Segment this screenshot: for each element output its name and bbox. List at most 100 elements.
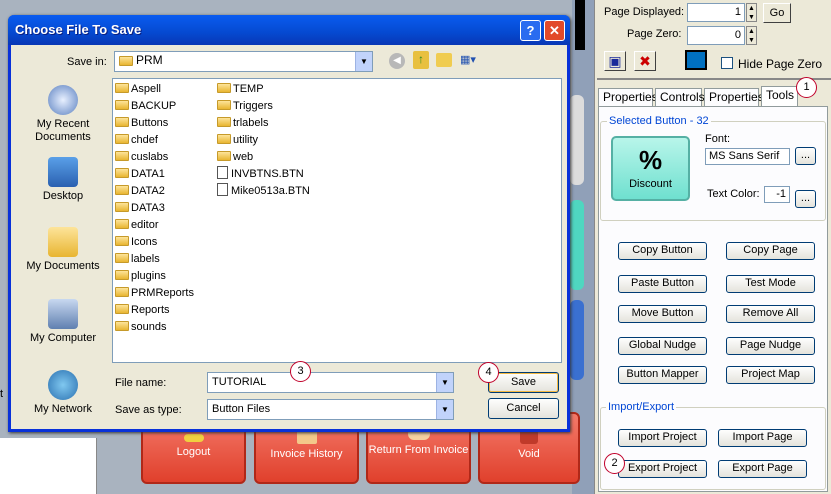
file-item[interactable]: INVBTNS.BTN [217,166,337,183]
place-computer-label: My Computer [29,332,97,344]
hide-page-zero-checkbox[interactable] [721,57,733,69]
button-mapper-button[interactable]: Button Mapper [618,366,707,384]
tab-tools[interactable]: Tools [761,86,798,107]
page-displayed-input[interactable]: 1 [687,3,745,22]
folder-name: Buttons [131,117,169,129]
folder-item[interactable]: labels [115,251,210,268]
paste-button-button[interactable]: Paste Button [618,275,707,293]
file-list[interactable]: Aspell BACKUP Buttons chdef cuslabs DATA… [112,78,562,363]
export-project-button[interactable]: Export Project [618,460,707,478]
file-name: INVBTNS.BTN [231,168,304,180]
font-field[interactable]: MS Sans Serif [705,148,790,165]
hide-page-zero-label: Hide Page Zero [738,57,823,71]
folder-icon [115,253,129,263]
page-displayed-spinner[interactable]: ▲ ▼ [746,3,757,22]
folder-item[interactable]: Triggers [217,98,337,115]
folder-icon [115,304,129,314]
folder-item[interactable]: trlabels [217,115,337,132]
folder-name: web [233,151,254,163]
up-folder-icon[interactable]: ↑ [413,51,429,69]
desktop-icon [48,157,78,187]
global-nudge-button[interactable]: Global Nudge [618,337,707,355]
export-page-button[interactable]: Export Page [718,460,807,478]
folder-item[interactable]: BACKUP [115,98,210,115]
folder-icon [217,151,231,161]
folder-icon [115,202,129,212]
places-my-documents[interactable]: My Documents [13,227,113,272]
folder-item[interactable]: Icons [115,234,210,251]
folder-icon [115,270,129,280]
folder-item[interactable]: Reports [115,302,210,319]
text-color-field[interactable]: -1 [764,186,790,203]
bg-left-panel [0,438,97,494]
folder-item[interactable]: editor [115,217,210,234]
go-button[interactable]: Go [763,3,791,23]
folder-name: trlabels [233,117,269,129]
file-name-field[interactable]: TUTORIAL ▼ [207,372,454,393]
folder-icon [115,100,129,110]
selected-button-label: Selected Button - 32 [607,115,711,127]
color-swatch[interactable] [685,50,707,70]
folder-item[interactable]: plugins [115,268,210,285]
places-recent-documents[interactable]: My Recent Documents [13,85,113,144]
import-page-button[interactable]: Import Page [718,429,807,447]
remove-all-button[interactable]: Remove All [726,305,815,323]
text-color-browse-button[interactable]: ... [795,190,816,208]
back-icon[interactable]: ◀ [389,53,405,69]
places-desktop[interactable]: Desktop [13,157,113,202]
folder-name: Triggers [233,100,273,112]
copy-button-button[interactable]: Copy Button [618,242,707,260]
close-button[interactable]: ✕ [544,20,565,41]
chevron-down-icon[interactable]: ▼ [436,373,453,392]
documents-folder-icon [48,227,78,257]
bg-button-strip-2 [570,200,584,290]
folder-icon [217,134,231,144]
folder-item[interactable]: DATA3 [115,200,210,217]
delete-icon[interactable]: ✖ [634,51,656,71]
folder-icon [115,168,129,178]
folder-item[interactable]: DATA1 [115,166,210,183]
font-label: Font: [705,133,731,145]
folder-item[interactable]: sounds [115,319,210,336]
folder-item[interactable]: utility [217,132,337,149]
file-item[interactable]: Mike0513a.BTN [217,183,337,200]
button-preview[interactable]: % Discount [611,136,690,201]
save-type-dropdown[interactable]: Button Files ▼ [207,399,454,420]
test-mode-button[interactable]: Test Mode [726,275,815,293]
folder-name: DATA3 [131,202,165,214]
folder-item[interactable]: cuslabs [115,149,210,166]
chevron-down-icon[interactable]: ▼ [355,52,372,71]
folder-item[interactable]: TEMP [217,81,337,98]
save-in-dropdown[interactable]: PRM ▼ [114,51,373,72]
folder-item[interactable]: chdef [115,132,210,149]
folder-column-2: TEMP Triggers trlabels utility web INVBT… [217,81,337,200]
places-my-network[interactable]: My Network [13,370,113,415]
save-disk-icon[interactable]: ▣ [604,51,626,71]
view-menu-icon[interactable]: ▦▾ [460,53,482,69]
help-button[interactable]: ? [520,20,541,41]
logout-label: Logout [176,446,211,458]
folder-icon [115,134,129,144]
tab-controls[interactable]: Controls [655,88,705,106]
tab-properties-2[interactable]: Properties [704,88,764,106]
font-browse-button[interactable]: ... [795,147,816,165]
copy-page-button[interactable]: Copy Page [726,242,815,260]
page-nudge-button[interactable]: Page Nudge [726,337,815,355]
folder-item[interactable]: Buttons [115,115,210,132]
chevron-down-icon[interactable]: ▼ [436,400,453,419]
project-map-button[interactable]: Project Map [726,366,815,384]
import-project-button[interactable]: Import Project [618,429,707,447]
folder-item[interactable]: Aspell [115,81,210,98]
page-zero-input[interactable]: 0 [687,26,745,45]
annotation-4: 4 [478,362,499,383]
folder-item[interactable]: DATA2 [115,183,210,200]
folder-item[interactable]: web [217,149,337,166]
cancel-button[interactable]: Cancel [488,398,559,419]
page-zero-spinner[interactable]: ▲ ▼ [746,26,757,45]
folder-name: Reports [131,304,170,316]
move-button-button[interactable]: Move Button [618,305,707,323]
tab-properties[interactable]: Properties [598,88,658,106]
new-folder-icon[interactable] [436,53,452,67]
folder-item[interactable]: PRMReports [115,285,210,302]
places-my-computer[interactable]: My Computer [13,299,113,344]
